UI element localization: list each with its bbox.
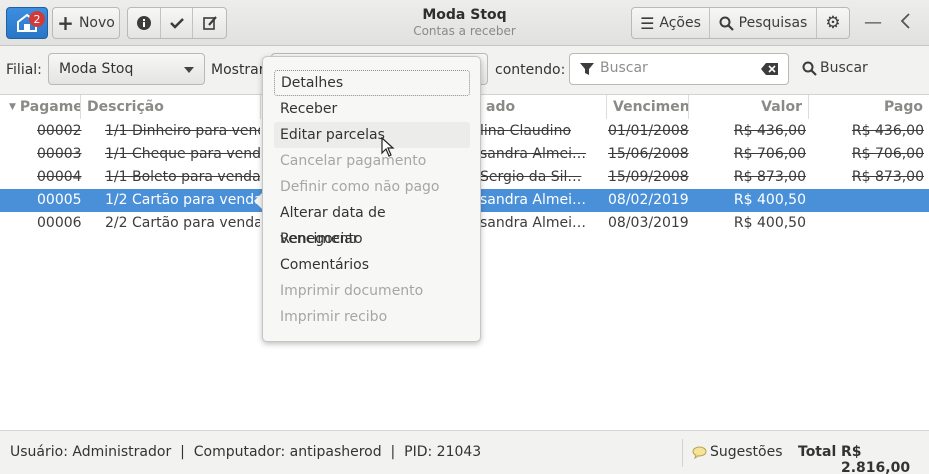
value-cell: R$ 873,00: [733, 169, 806, 185]
menu-item-renegotiate[interactable]: Renegociar: [274, 226, 470, 252]
edit-icon: [202, 16, 217, 30]
due-date-cell: 08/03/2019: [608, 215, 689, 231]
plus-icon: +: [57, 11, 74, 35]
branch-label: Filial:: [6, 62, 42, 78]
launcher-button[interactable]: 2: [6, 7, 48, 39]
drawee-cell: sandra Almei…: [480, 192, 587, 208]
value-cell: R$ 706,00: [733, 146, 806, 162]
divider: [682, 439, 683, 467]
drawee-cell: lina Claudino: [480, 123, 572, 139]
suggestions-label: Sugestões: [710, 444, 783, 460]
menu-item-receive[interactable]: Receber: [274, 96, 470, 122]
show-label: Mostrar: [211, 62, 265, 78]
value-cell: R$ 400,50: [733, 192, 806, 208]
column-header-value[interactable]: Valor: [689, 95, 809, 119]
chevron-left-icon: [900, 13, 910, 29]
actions-button[interactable]: ☰ Ações: [632, 8, 710, 38]
edit-button[interactable]: [193, 8, 226, 38]
branch-value: Moda Stoq: [59, 61, 134, 77]
search-icon: [802, 61, 817, 76]
new-button[interactable]: + Novo: [52, 7, 120, 39]
paid-cell: [809, 189, 924, 212]
paid-cell: R$ 706,00: [851, 146, 924, 162]
description-cell: 1/1 Dinheiro para venda: [105, 123, 260, 139]
column-header-due-date[interactable]: Venciment: [607, 95, 689, 119]
due-date-cell: 08/02/2019: [608, 192, 689, 208]
value-cell: R$ 400,50: [733, 215, 806, 231]
payment-id-cell: 00003: [37, 146, 82, 162]
search-input[interactable]: [600, 60, 750, 76]
containing-label: contendo:: [495, 62, 566, 78]
search-button[interactable]: Buscar: [802, 60, 868, 76]
column-header-payment[interactable]: ▼ Pagame: [0, 95, 81, 119]
due-date-cell: 15/09/2008: [608, 169, 689, 185]
search-icon: [719, 16, 734, 31]
minimize-button[interactable]: —: [864, 12, 882, 33]
menu-item-comments[interactable]: Comentários: [274, 252, 470, 278]
header-bar: 2 + Novo Moda Stoq Contas a receber ☰ Aç…: [0, 0, 929, 46]
drawee-cell: sandra Almei…: [480, 146, 587, 162]
payment-id-cell: 00004: [37, 169, 82, 185]
new-button-label: Novo: [78, 15, 115, 31]
session-info: Usuário: Administrador | Computador: ant…: [10, 444, 482, 460]
value-cell: R$ 436,00: [733, 123, 806, 139]
search-button-label: Buscar: [820, 60, 868, 76]
check-icon: [169, 18, 184, 29]
payment-id-cell: 00002: [37, 123, 82, 139]
back-button[interactable]: [899, 12, 911, 35]
total-value: R$ 2.816,00: [841, 444, 911, 474]
row-actions-group: [127, 7, 227, 39]
status-bar: Usuário: Administrador | Computador: ant…: [0, 430, 929, 474]
total-label: Total: [798, 444, 837, 460]
column-header-paid[interactable]: Pago: [809, 95, 929, 119]
searches-label: Pesquisas: [738, 15, 808, 31]
column-header-drawee-tail[interactable]: ado: [480, 95, 607, 119]
info-button[interactable]: [128, 8, 161, 38]
description-cell: 1/1 Cheque para venda 0: [105, 146, 260, 162]
menu-item-change-due-date[interactable]: Alterar data de vencimento: [274, 200, 470, 247]
search-field[interactable]: [569, 53, 789, 85]
actions-label: Ações: [659, 15, 701, 31]
menu-item-set-not-paid: Definir como não pago: [280, 179, 440, 195]
payment-id-cell: 00006: [37, 215, 82, 231]
drawee-cell: sandra Almei…: [480, 215, 587, 231]
menu-item-print-document: Imprimir documento: [280, 283, 424, 299]
caret-down-icon: [184, 67, 194, 73]
settings-button[interactable]: ⚙: [817, 8, 849, 38]
description-cell: 1/1 Boleto para venda 0: [105, 169, 260, 185]
menu-item-cancel-payment: Cancelar pagamento: [280, 153, 427, 169]
menu-item-details[interactable]: Detalhes: [274, 70, 470, 96]
notification-badge: 2: [29, 11, 45, 27]
due-date-cell: 01/01/2008: [608, 123, 689, 139]
context-menu: Detalhes Receber Editar parcelas Cancela…: [262, 56, 481, 342]
gear-icon: ⚙: [825, 13, 841, 33]
sort-down-icon: ▼: [9, 102, 16, 112]
suggestions-button[interactable]: Sugestões: [692, 444, 783, 460]
clear-icon[interactable]: [761, 62, 779, 76]
description-cell: 2/2 Cartão para venda 0: [105, 215, 260, 231]
menu-item-edit-installments[interactable]: Editar parcelas: [274, 122, 470, 148]
mouse-pointer-icon: [381, 137, 395, 157]
menu-group: ☰ Ações Pesquisas ⚙: [631, 7, 850, 39]
menu-item-print-receipt: Imprimir recibo: [280, 309, 388, 325]
drawee-cell: Sergio da Sil…: [480, 169, 582, 185]
info-icon: [136, 16, 151, 30]
speech-bubble-icon: [692, 446, 707, 459]
branch-select[interactable]: Moda Stoq: [48, 53, 205, 85]
payment-id-cell: 00005: [37, 192, 82, 208]
hamburger-icon: ☰: [640, 13, 655, 33]
searches-button[interactable]: Pesquisas: [710, 8, 817, 38]
due-date-cell: 15/06/2008: [608, 146, 689, 162]
filter-icon: [580, 63, 594, 75]
paid-cell: R$ 436,00: [851, 123, 924, 139]
column-header-description[interactable]: Descrição: [81, 95, 261, 119]
paid-cell: [809, 212, 924, 235]
confirm-button[interactable]: [161, 8, 194, 38]
description-cell: 1/2 Cartão para venda: [105, 192, 260, 208]
paid-cell: R$ 873,00: [851, 169, 924, 185]
